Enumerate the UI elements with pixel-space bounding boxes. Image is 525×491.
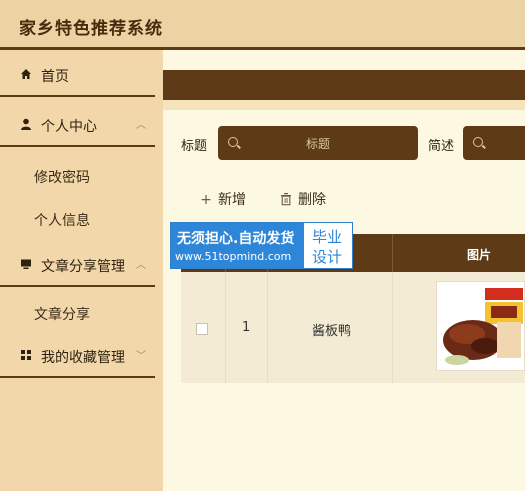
- search-icon: [473, 137, 483, 147]
- row-checkbox[interactable]: [196, 323, 208, 335]
- sidebar-item-personal-center[interactable]: 个人中心 ︿: [0, 103, 155, 147]
- watermark-badge: 无须担心.自动发货 www.51topmind.com 毕业 设计: [170, 222, 353, 269]
- table-row: 1 酱板鸭: [181, 272, 525, 383]
- app-title: 家乡特色推荐系统: [19, 19, 163, 39]
- cell-divider: [392, 272, 393, 383]
- sidebar-subitem-article-share[interactable]: 文章分享: [0, 292, 155, 332]
- row-index: 1: [242, 320, 251, 335]
- chevron-up-icon: ︿: [136, 260, 146, 271]
- add-button[interactable]: + 新增: [199, 189, 246, 209]
- cell-divider: [225, 272, 226, 383]
- title-search-input[interactable]: 标题: [218, 126, 418, 160]
- duck-product-image: [436, 281, 525, 371]
- chevron-up-icon: ︿: [136, 120, 146, 131]
- watermark-right1: 毕业: [312, 228, 343, 246]
- title-search-placeholder: 标题: [306, 137, 331, 151]
- row-title: 酱板鸭: [312, 324, 352, 339]
- monitor-icon: [21, 259, 31, 269]
- sidebar-item-favorites-mgmt[interactable]: 我的收藏管理 ﹀: [0, 334, 155, 378]
- summary-filter-label: 简述: [428, 139, 455, 154]
- summary-search-input[interactable]: [463, 126, 525, 160]
- grid-icon: [21, 350, 31, 360]
- sidebar: 首页 个人中心 ︿ 修改密码 个人信息 文章分享管理 ︿ 文章分享 我的收藏管理: [0, 50, 163, 491]
- trash-icon: [281, 193, 291, 206]
- sidebar-item-label: 个人中心: [41, 119, 97, 135]
- watermark-right2: 设计: [312, 248, 343, 266]
- search-icon: [228, 137, 238, 147]
- top-bar: 家乡特色推荐系统: [0, 0, 525, 50]
- sidebar-subitem-personal-info[interactable]: 个人信息: [0, 198, 155, 238]
- sidebar-subitem-change-password[interactable]: 修改密码: [0, 155, 155, 195]
- cell-divider: [267, 272, 268, 383]
- add-button-label: 新增: [218, 192, 246, 208]
- column-header-image: 图片: [467, 248, 492, 262]
- user-icon: [21, 118, 31, 130]
- subitem-label: 个人信息: [34, 213, 90, 229]
- subitem-label: 修改密码: [34, 170, 90, 186]
- column-divider: [392, 234, 393, 272]
- title-filter-label: 标题: [181, 139, 208, 154]
- watermark-line1: 无须担心.自动发货: [177, 231, 295, 247]
- delete-button[interactable]: 删除: [279, 189, 326, 209]
- sidebar-item-label: 文章分享管理: [41, 259, 125, 275]
- subitem-label: 文章分享: [34, 307, 90, 323]
- sidebar-item-home[interactable]: 首页: [0, 53, 155, 97]
- plus-icon: +: [200, 192, 212, 208]
- delete-button-label: 删除: [298, 192, 326, 208]
- watermark-left-panel: 无须担心.自动发货 www.51topmind.com: [171, 223, 304, 268]
- chevron-down-icon: ﹀: [136, 351, 146, 362]
- sidebar-item-label: 我的收藏管理: [41, 350, 125, 366]
- content-band: [163, 100, 525, 110]
- sidebar-item-article-share-mgmt[interactable]: 文章分享管理 ︿: [0, 243, 155, 287]
- content-banner: [163, 70, 525, 100]
- main-content: 标题 标题 简述 + 新增 删除 图片 1 酱板鸭: [163, 50, 525, 491]
- home-icon: [21, 69, 31, 79]
- sidebar-item-label: 首页: [41, 69, 69, 85]
- watermark-line2: www.51topmind.com: [175, 250, 292, 263]
